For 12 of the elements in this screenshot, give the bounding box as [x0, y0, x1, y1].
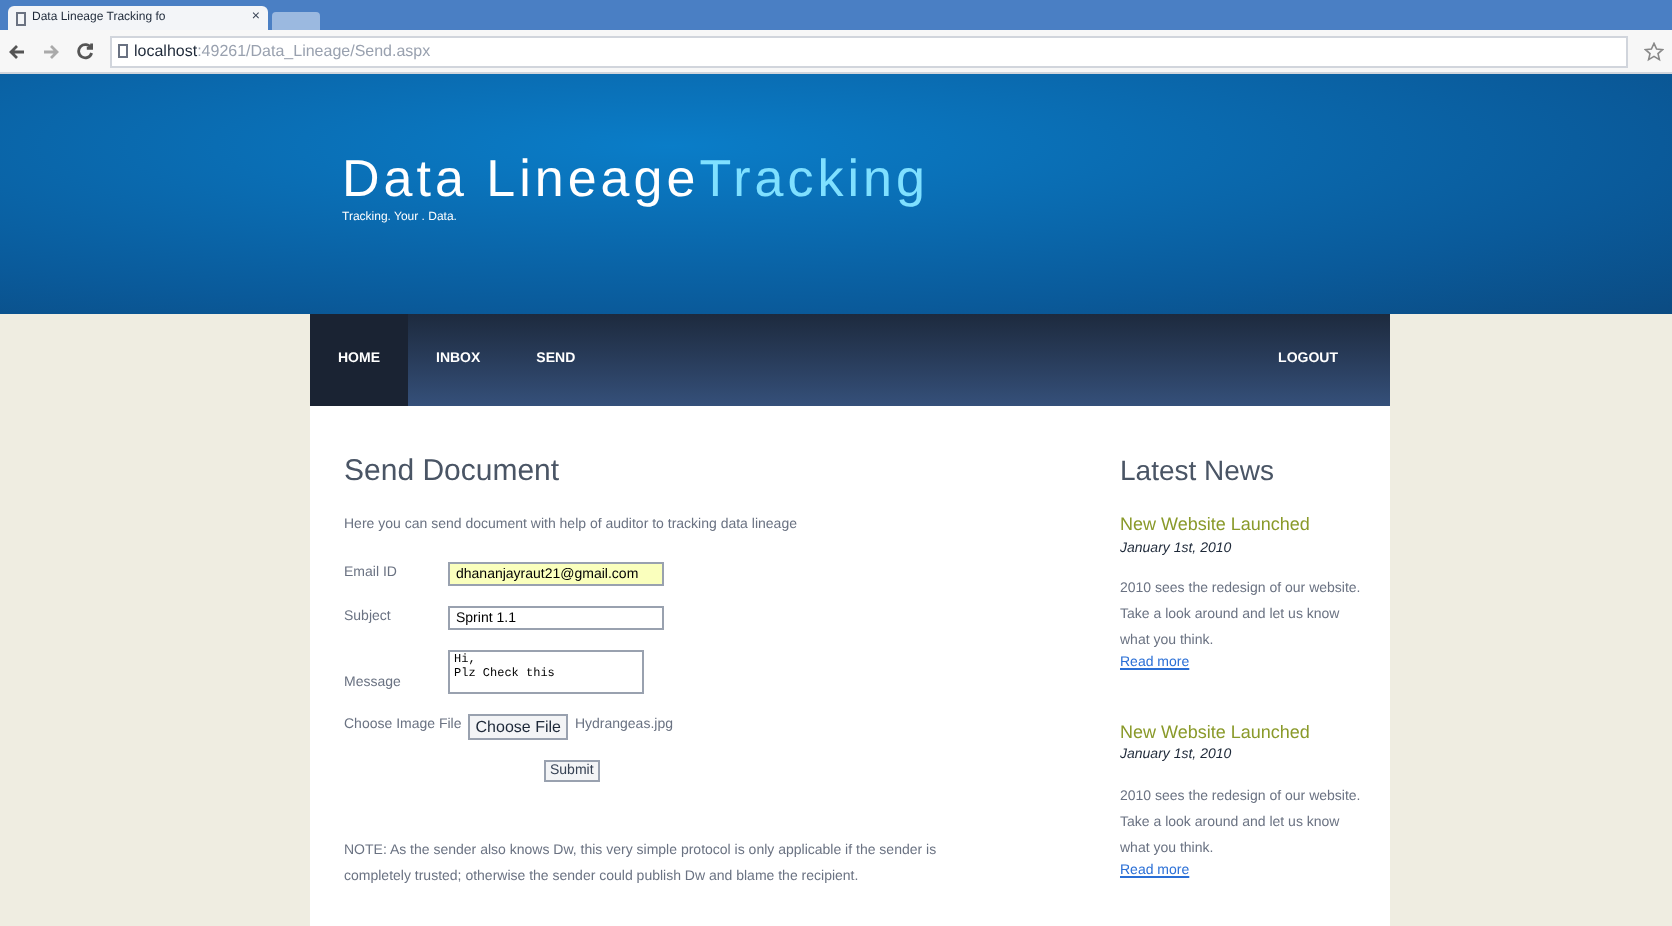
news-heading: Latest News	[1120, 452, 1277, 490]
back-icon[interactable]	[8, 43, 26, 59]
reload-icon[interactable]	[76, 42, 94, 60]
url-field[interactable]: localhost:49261/Data_Lineage/Send.aspx	[110, 35, 1628, 67]
page-icon	[16, 11, 26, 25]
site-logo: Data LineageTracking	[342, 150, 931, 206]
choose-file-button[interactable]: Choose File	[467, 714, 569, 740]
page-heading: Send Document	[344, 452, 562, 492]
url-text: localhost:49261/Data_Lineage/Send.aspx	[134, 39, 431, 63]
page-icon	[118, 44, 128, 58]
forward-icon[interactable]	[42, 43, 60, 59]
star-icon[interactable]	[1644, 41, 1664, 61]
